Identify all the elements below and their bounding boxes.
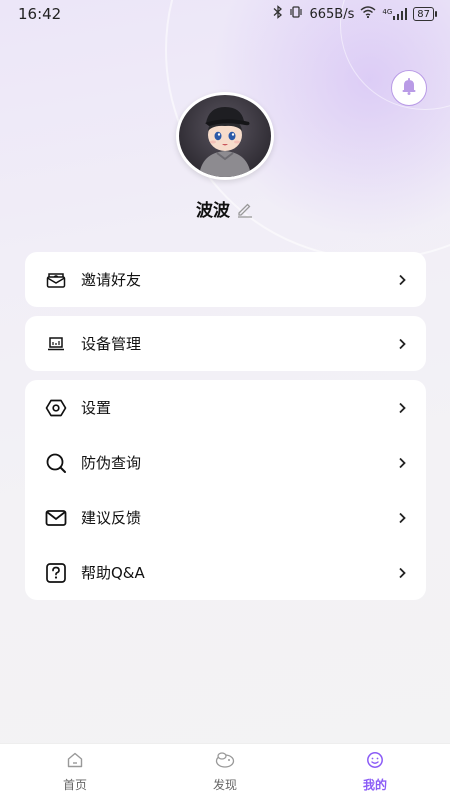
menu-item-invite[interactable]: 邀请好友 xyxy=(25,252,426,307)
battery-indicator: 87 xyxy=(413,7,437,21)
status-time: 16:42 xyxy=(18,5,62,23)
menu-label-help: 帮助Q&A xyxy=(81,564,145,582)
wifi-icon xyxy=(360,6,376,22)
chevron-right-icon xyxy=(396,338,408,350)
chevron-right-icon xyxy=(396,567,408,579)
device-card: 设备管理 xyxy=(25,316,426,371)
invite-mail-icon xyxy=(45,269,67,291)
username: 波波 xyxy=(196,201,230,221)
settings-card: 设置 防伪查询 建议反馈 帮助Q&A xyxy=(25,380,426,600)
menu-item-feedback[interactable]: 建议反馈 xyxy=(25,490,426,545)
vibrate-icon xyxy=(289,5,303,23)
device-monitor-icon xyxy=(45,333,67,355)
nav-profile[interactable]: 我的 xyxy=(300,744,450,800)
menu-label-feedback: 建议反馈 xyxy=(81,509,142,527)
profile-icon xyxy=(366,751,384,773)
menu-item-help[interactable]: 帮助Q&A xyxy=(25,545,426,600)
edit-name-icon[interactable] xyxy=(236,200,254,218)
network-type: 4G xyxy=(382,8,393,16)
help-question-icon xyxy=(45,562,67,584)
chevron-right-icon xyxy=(396,512,408,524)
nav-discover[interactable]: 发现 xyxy=(150,744,300,800)
home-icon xyxy=(66,751,84,773)
chevron-right-icon xyxy=(396,402,408,414)
nav-label-home: 首页 xyxy=(62,778,87,792)
menu-label-settings: 设置 xyxy=(81,399,112,417)
settings-gear-icon xyxy=(45,397,67,419)
nav-label-profile: 我的 xyxy=(362,778,387,792)
menu-label-device: 设备管理 xyxy=(81,335,142,353)
menu-item-settings[interactable]: 设置 xyxy=(25,380,426,435)
invite-card: 邀请好友 xyxy=(25,252,426,307)
nav-label-discover: 发现 xyxy=(212,778,237,792)
menu-item-device[interactable]: 设备管理 xyxy=(25,316,426,371)
avatar[interactable] xyxy=(176,92,274,180)
bell-icon xyxy=(399,76,419,100)
nav-home[interactable]: 首页 xyxy=(0,744,150,800)
chevron-right-icon xyxy=(396,274,408,286)
status-bar: 16:42 665B/s 4G 87 xyxy=(0,0,450,28)
menu-item-anti-fake[interactable]: 防伪查询 xyxy=(25,435,426,490)
notification-button[interactable] xyxy=(391,70,427,106)
net-speed: 665B/s xyxy=(309,6,355,22)
menu-label-invite: 邀请好友 xyxy=(81,271,142,289)
bottom-nav: 首页 发现 我的 xyxy=(0,743,450,800)
mail-icon xyxy=(45,507,67,529)
discover-icon xyxy=(214,751,236,773)
chevron-right-icon xyxy=(396,457,408,469)
search-icon xyxy=(45,452,67,474)
bluetooth-icon xyxy=(273,5,283,23)
menu-label-anti-fake: 防伪查询 xyxy=(81,454,142,472)
signal-icon: 4G xyxy=(382,8,408,20)
